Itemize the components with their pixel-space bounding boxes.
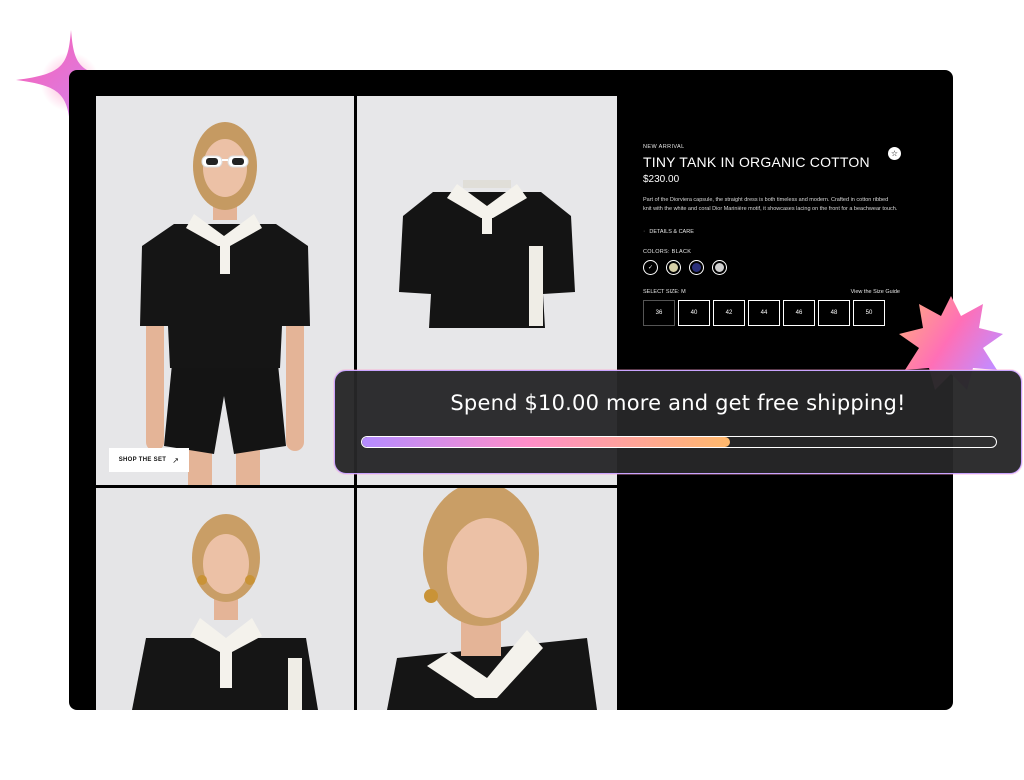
color-swatch-beige[interactable] [666, 260, 681, 276]
details-care-toggle[interactable]: · DETAILS & CARE [643, 228, 913, 235]
size-header: SELECT SIZE: M View the Size Guide [643, 289, 900, 295]
details-care-label: DETAILS & CARE [649, 228, 694, 235]
product-title: TINY TANK IN ORGANIC COTTON [643, 154, 870, 170]
product-description: Part of the Diorviera capsule, the strai… [643, 197, 898, 213]
colors-label: COLORS: BLACK [643, 249, 692, 256]
product-photo-closeup[interactable] [357, 488, 617, 710]
product-photo-model-portrait[interactable] [96, 488, 354, 710]
shipping-progress-bar [361, 436, 997, 448]
new-arrival-badge: NEW ARRIVAL [643, 144, 685, 150]
star-icon[interactable]: ☆ [888, 147, 901, 160]
select-size-label: SELECT SIZE: M [643, 289, 686, 296]
color-swatch-black[interactable]: ✓ [643, 260, 658, 276]
check-icon: ✓ [647, 265, 654, 272]
color-swatches: ✓ [643, 260, 913, 276]
page: SHOP THE SET ↗ NEW ARRIVAL TINY TANK IN … [0, 0, 1024, 780]
model-front-illustration [96, 96, 354, 485]
product-photo-model-front[interactable]: SHOP THE SET ↗ [96, 96, 354, 485]
size-option[interactable]: 50 [853, 300, 885, 327]
plus-icon: · [643, 228, 646, 236]
shipping-progress-fill [362, 437, 730, 447]
size-option[interactable]: 44 [748, 300, 780, 327]
size-option[interactable]: 36 [643, 300, 675, 327]
model-portrait-illustration [96, 488, 354, 710]
color-swatch-grey[interactable] [712, 260, 727, 276]
swatch-fill [691, 262, 702, 274]
shop-the-set-button[interactable]: SHOP THE SET ↗ [109, 448, 189, 472]
product-price: $230.00 [643, 174, 680, 185]
free-shipping-message: Spend $10.00 more and get free shipping! [450, 391, 906, 415]
swatch-fill [668, 262, 679, 274]
arrow-up-right-icon: ↗ [172, 455, 180, 465]
size-option[interactable]: 46 [783, 300, 815, 327]
size-guide-link[interactable]: View the Size Guide [851, 289, 900, 295]
size-option[interactable]: 48 [818, 300, 850, 327]
swatch-fill [714, 262, 725, 274]
size-options: 36 40 42 44 46 48 50 [643, 300, 913, 327]
model-closeup-illustration [357, 488, 617, 710]
free-shipping-banner: Spend $10.00 more and get free shipping! [334, 370, 1022, 474]
color-swatch-navy[interactable] [689, 260, 704, 276]
size-option[interactable]: 42 [713, 300, 745, 327]
shop-the-set-label: SHOP THE SET [118, 457, 167, 463]
size-option[interactable]: 40 [678, 300, 710, 327]
product-details: NEW ARRIVAL TINY TANK IN ORGANIC COTTON … [643, 144, 913, 327]
